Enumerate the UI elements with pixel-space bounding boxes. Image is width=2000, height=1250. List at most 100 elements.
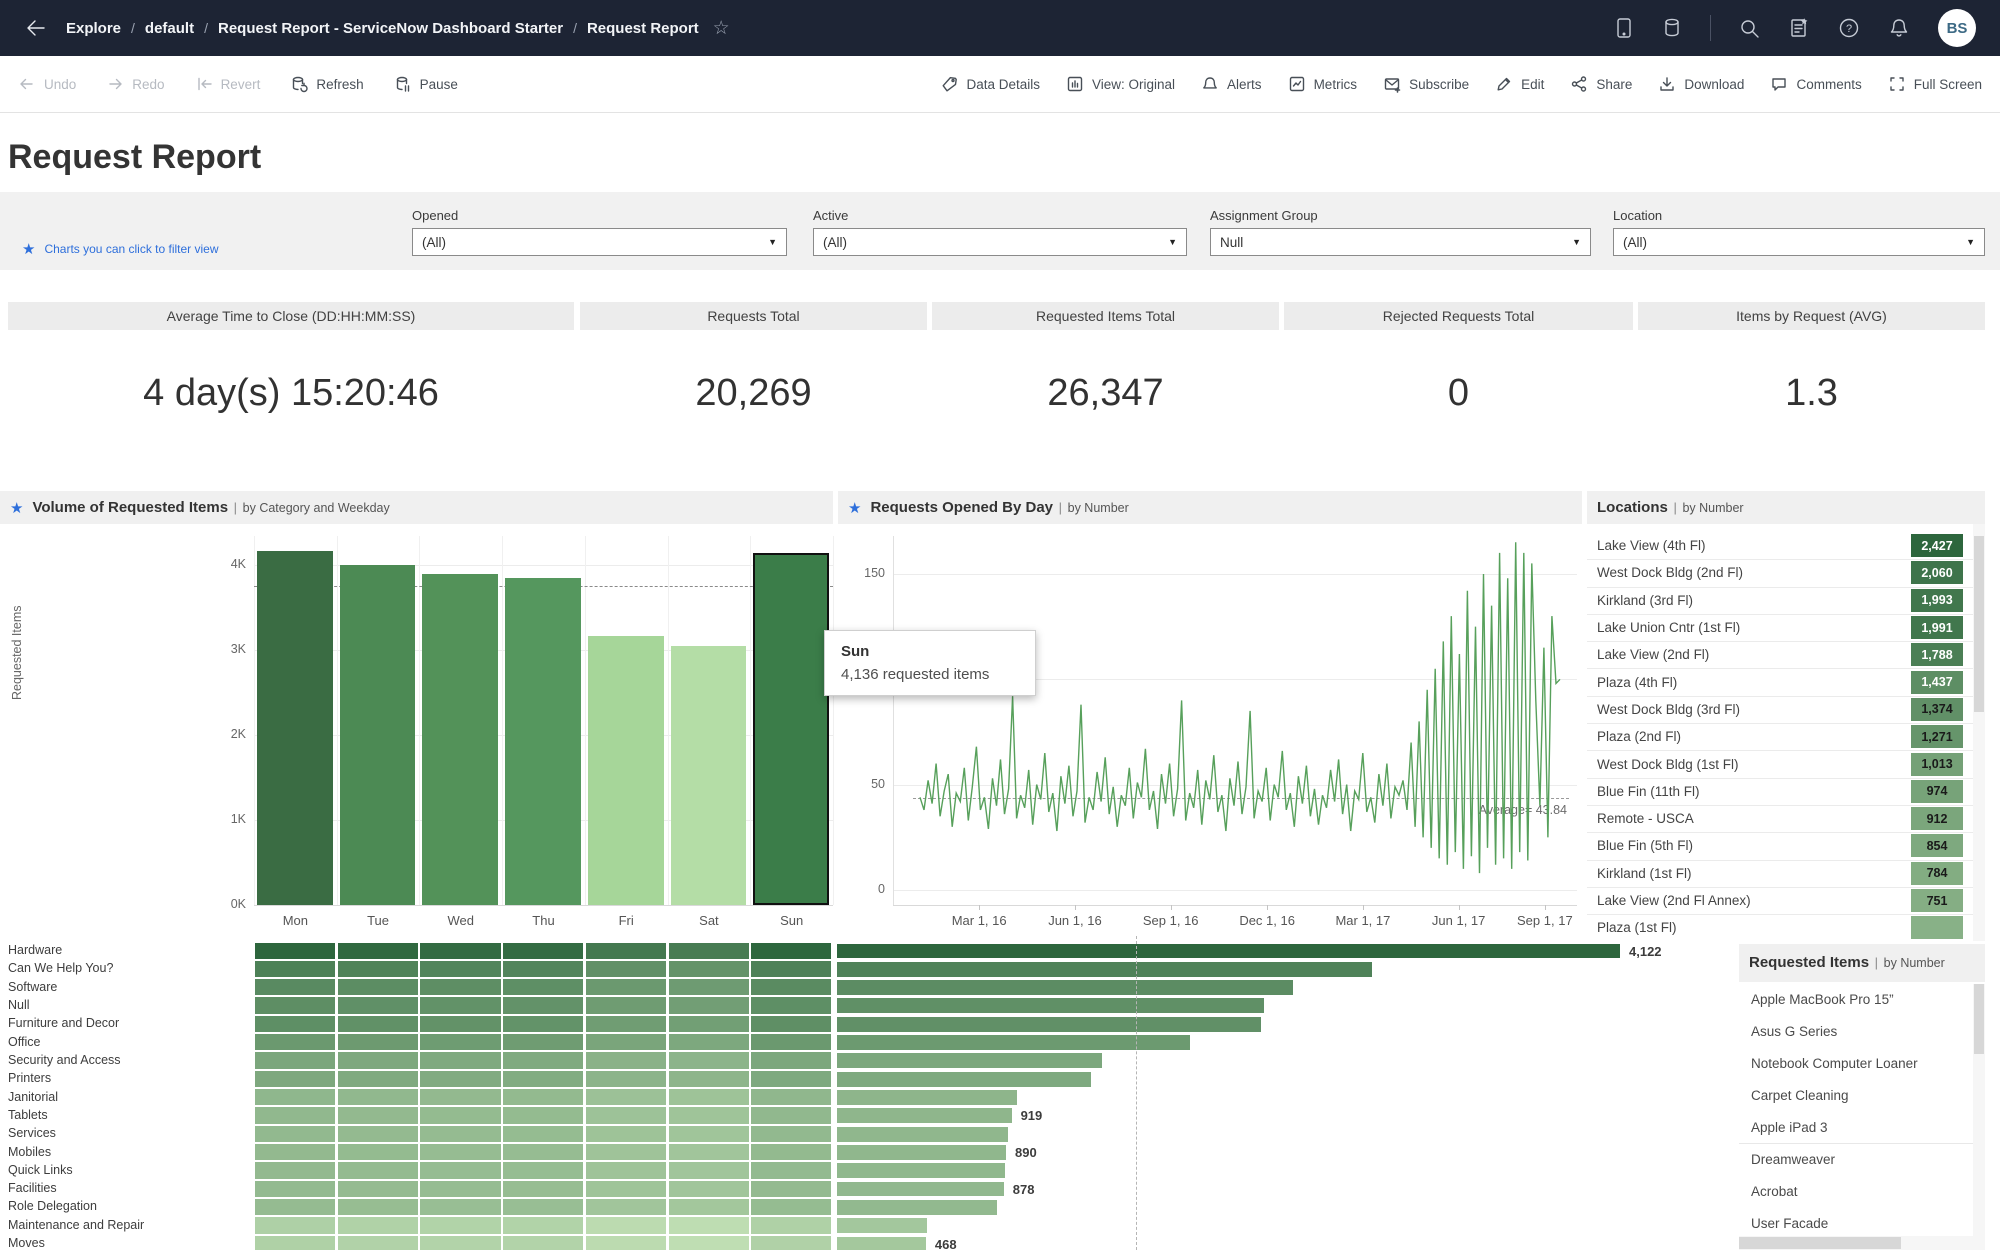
heatmap-cell[interactable] [751, 1015, 832, 1033]
heatmap-cell[interactable] [255, 1217, 336, 1234]
heatmap-cell[interactable] [668, 1125, 749, 1142]
heatmap-cell[interactable] [503, 1107, 584, 1124]
heatmap-cell[interactable] [751, 1217, 832, 1234]
heatmap-cell[interactable] [585, 1070, 667, 1088]
heatmap-cell[interactable] [255, 1034, 336, 1051]
heatmap-cell[interactable] [503, 960, 584, 978]
back-arrow-icon[interactable] [24, 16, 48, 40]
heatmap-cell[interactable] [420, 1162, 501, 1179]
heatmap-cell[interactable] [420, 1125, 501, 1142]
heatmap-cell[interactable] [751, 1070, 832, 1088]
location-row[interactable]: Blue Fin (5th Fl) 854 [1587, 832, 1973, 861]
notifications-bell-icon[interactable] [1888, 17, 1910, 39]
heatmap-cell[interactable] [668, 979, 749, 996]
heatmap-cell[interactable] [668, 997, 749, 1014]
heatmap-cell[interactable] [668, 1070, 749, 1088]
heatmap-cell[interactable] [420, 979, 501, 996]
heatmap-cell[interactable] [255, 1144, 336, 1161]
heatmap-cell[interactable] [503, 942, 584, 959]
heatmap-cell[interactable] [420, 997, 501, 1014]
location-row[interactable]: Kirkland (3rd Fl) 1,993 [1587, 587, 1973, 615]
heatmap-cell[interactable] [751, 979, 832, 996]
toolbar-subscribe-button[interactable]: Subscribe [1383, 75, 1469, 93]
heatmap-cell[interactable] [585, 1125, 667, 1142]
filter-dropdown-location[interactable]: (All) ▼ [1613, 228, 1985, 256]
heatmap-cell[interactable] [751, 1180, 832, 1197]
heatmap-cell[interactable] [585, 1089, 667, 1106]
heatmap-cell[interactable] [751, 1144, 832, 1161]
heatmap-cell[interactable] [420, 1144, 501, 1161]
heatmap-cell[interactable] [420, 1198, 501, 1216]
heatmap-cell[interactable] [337, 1089, 418, 1106]
toolbar-download-button[interactable]: Download [1658, 75, 1744, 93]
weekday-bar-sun[interactable] [753, 553, 829, 905]
heatmap-cell[interactable] [255, 1015, 336, 1033]
heatmap-cell[interactable] [255, 1089, 336, 1106]
requested-item-row[interactable]: Apple iPad 3 [1739, 1111, 1973, 1145]
heatmap-cell[interactable] [420, 1034, 501, 1051]
heatmap-cell[interactable] [585, 1180, 667, 1197]
heatmap-cell[interactable] [503, 1089, 584, 1106]
toolbar-metrics-button[interactable]: Metrics [1288, 75, 1357, 93]
weekday-bar-thu[interactable] [505, 578, 581, 905]
heatmap-cell[interactable] [503, 1180, 584, 1197]
toolbar-data-details-button[interactable]: Data Details [940, 75, 1040, 93]
items-vscrollbar-thumb[interactable] [1974, 984, 1984, 1054]
toolbar-view-original-button[interactable]: View: Original [1066, 75, 1175, 93]
category-bar-16[interactable] [837, 1236, 926, 1250]
category-bar-1[interactable] [837, 961, 1373, 977]
category-bar-3[interactable] [837, 998, 1265, 1014]
weekday-bar-sat[interactable] [670, 645, 747, 905]
help-icon[interactable]: ? [1838, 17, 1860, 39]
location-row[interactable]: Lake View (4th Fl) 2,427 [1587, 532, 1973, 561]
location-row[interactable]: Lake View (2nd Fl) 1,788 [1587, 641, 1973, 670]
location-row[interactable]: West Dock Bldg (2nd Fl) 2,060 [1587, 559, 1973, 588]
heatmap-cell[interactable] [503, 1144, 584, 1161]
category-bar-10[interactable] [837, 1126, 1008, 1142]
heatmap-cell[interactable] [337, 1162, 418, 1179]
heatmap-cell[interactable] [337, 1198, 418, 1216]
breadcrumb-item-2[interactable]: Request Report - ServiceNow Dashboard St… [218, 20, 563, 37]
category-bar-6[interactable] [837, 1053, 1102, 1069]
filter-dropdown-opened[interactable]: (All) ▼ [412, 228, 787, 256]
heatmap-cell[interactable] [337, 1015, 418, 1033]
heatmap-cell[interactable] [503, 997, 584, 1014]
heatmap-cell[interactable] [668, 1089, 749, 1106]
heatmap-cell[interactable] [751, 942, 832, 959]
breadcrumb-item-3[interactable]: Request Report [587, 20, 699, 37]
toolbar-share-button[interactable]: Share [1570, 75, 1632, 93]
heatmap-cell[interactable] [337, 960, 418, 978]
heatmap-cell[interactable] [255, 1052, 336, 1069]
location-row[interactable]: West Dock Bldg (3rd Fl) 1,374 [1587, 696, 1973, 725]
category-bar-14[interactable] [837, 1199, 997, 1215]
requested-item-row[interactable]: Carpet Cleaning [1739, 1079, 1973, 1113]
category-bar-0[interactable] [837, 943, 1620, 959]
heatmap-cell[interactable] [585, 1052, 667, 1069]
heatmap-cell[interactable] [503, 979, 584, 996]
heatmap-cell[interactable] [337, 1180, 418, 1197]
heatmap-cell[interactable] [255, 1162, 336, 1179]
category-bar-9[interactable] [837, 1108, 1012, 1124]
weekday-bar-wed[interactable] [422, 573, 499, 905]
heatmap-cell[interactable] [503, 1235, 584, 1250]
toolbar-alerts-button[interactable]: Alerts [1201, 75, 1262, 93]
toolbar-edit-button[interactable]: Edit [1495, 75, 1544, 93]
heatmap-cell[interactable] [585, 1198, 667, 1216]
breadcrumb-item-0[interactable]: Explore [66, 20, 121, 37]
requested-item-row[interactable]: Notebook Computer Loaner [1739, 1047, 1973, 1081]
favorite-star-icon[interactable]: ☆ [713, 17, 730, 40]
heatmap-cell[interactable] [585, 979, 667, 996]
filter-dropdown-active[interactable]: (All) ▼ [813, 228, 1187, 256]
items-hscrollbar-thumb[interactable] [1739, 1237, 1901, 1249]
heatmap-cell[interactable] [585, 960, 667, 978]
heatmap-cell[interactable] [503, 1034, 584, 1051]
heatmap-cell[interactable] [751, 1034, 832, 1051]
location-row[interactable]: Plaza (2nd Fl) 1,271 [1587, 723, 1973, 752]
location-row[interactable]: Remote - USCA 912 [1587, 805, 1973, 834]
toolbar-refresh-button[interactable]: Refresh [290, 75, 364, 93]
heatmap-cell[interactable] [337, 1052, 418, 1069]
data-source-icon[interactable] [1662, 17, 1682, 39]
heatmap-cell[interactable] [668, 1015, 749, 1033]
heatmap-cell[interactable] [503, 1162, 584, 1179]
heatmap-cell[interactable] [420, 1217, 501, 1234]
